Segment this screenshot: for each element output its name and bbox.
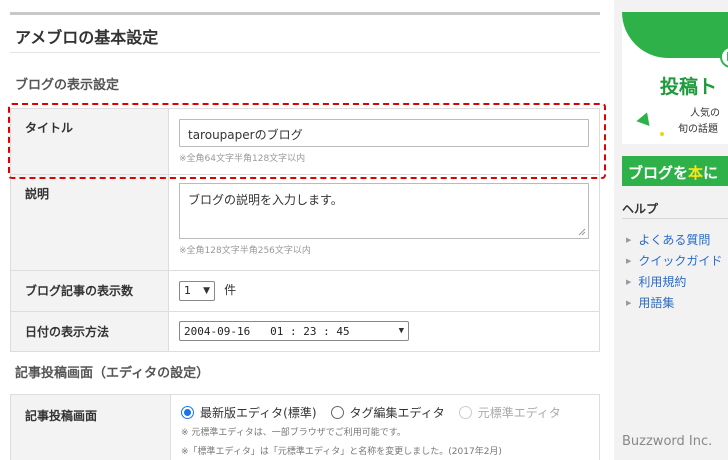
count-row: ブログ記事の表示数 1 ▼ 件	[10, 270, 600, 312]
help-item-terms[interactable]: ▶ 利用規約	[626, 271, 722, 292]
promo-banner-posting[interactable]: N 投稿ト 人気の 旬の話題	[622, 12, 728, 144]
editor-label: 記事投稿画面	[10, 394, 171, 460]
banner-headline: 投稿ト	[660, 76, 718, 98]
help-item-quickguide[interactable]: ▶ クイックガイド	[626, 250, 722, 271]
date-label: 日付の表示方法	[10, 310, 169, 352]
editor-radio-legacy-label: 元標準エディタ	[477, 406, 561, 420]
banner-green-shape	[622, 12, 728, 58]
resize-handle-icon[interactable]	[578, 228, 586, 236]
editor-row: 記事投稿画面 最新版エディタ(標準) タグ編集エディタ 元標準エディタ ※ 元標…	[10, 394, 600, 460]
dot-icon	[660, 132, 664, 136]
arrow-right-icon: ▶	[626, 277, 632, 286]
article-count-value: 1	[184, 284, 191, 297]
description-label: 説明	[10, 174, 169, 271]
page-title: アメブロの基本設定	[15, 28, 159, 47]
help-link-terms[interactable]: 利用規約	[638, 273, 686, 290]
banner2-text-after: に	[703, 164, 719, 182]
description-note: ※全角128文字半角256文字以内	[179, 246, 311, 256]
date-cell: 2004-09-16 01 : 23 : 45 ▼	[168, 310, 600, 352]
triangle-icon	[636, 109, 654, 127]
section-title-blog-display: ブログの表示設定	[15, 78, 120, 93]
help-list: ▶ よくある質問 ▶ クイックガイド ▶ 利用規約 ▶ 用語集	[626, 229, 722, 313]
help-divider	[622, 218, 728, 219]
count-label: ブログ記事の表示数	[10, 270, 169, 312]
right-sidebar: N 投稿ト 人気の 旬の話題 ブログを本に ヘルプ ▶ よくある質問 ▶ クイックガ…	[614, 0, 728, 460]
editor-cell: 最新版エディタ(標準) タグ編集エディタ 元標準エディタ ※ 元標準エディタは、…	[170, 394, 600, 460]
top-divider	[10, 12, 600, 15]
chevron-down-icon: ▼	[203, 285, 210, 296]
credit-watermark: Buzzword Inc.	[622, 434, 713, 449]
editor-note-2: ※「標準エディタ」は「元標準エディタ」と名称を変更しました。(2017年2月)	[181, 447, 502, 457]
editor-table: 記事投稿画面 最新版エディタ(標準) タグ編集エディタ 元標準エディタ ※ 元標…	[10, 394, 600, 460]
date-format-select[interactable]: 2004-09-16 01 : 23 : 45 ▼	[179, 321, 409, 341]
editor-radio-latest[interactable]	[181, 406, 194, 419]
title-cell: taroupaperのブログ ※全角64文字半角128文字以内	[168, 108, 600, 175]
section-title-editor: 記事投稿画面（エディタの設定）	[15, 366, 210, 381]
count-unit: 件	[224, 283, 237, 297]
date-format-value: 2004-09-16 01 : 23 : 45	[184, 324, 350, 338]
settings-main: アメブロの基本設定 ブログの表示設定 タイトル taroupaperのブログ ※…	[0, 0, 614, 460]
title-divider	[10, 52, 600, 53]
article-count-select[interactable]: 1 ▼	[179, 280, 215, 301]
blog-description-textarea[interactable]: ブログの説明を入力します。	[179, 183, 589, 239]
promo-banner-book[interactable]: ブログを本に	[622, 156, 728, 186]
arrow-right-icon: ▶	[626, 256, 632, 265]
title-label: タイトル	[10, 108, 169, 175]
arrow-right-icon: ▶	[626, 298, 632, 307]
editor-note-1: ※ 元標準エディタは、一部ブラウザでご利用可能です。	[181, 428, 406, 438]
help-link-quickguide[interactable]: クイックガイド	[638, 252, 722, 269]
help-link-faq[interactable]: よくある質問	[638, 231, 710, 248]
help-link-glossary[interactable]: 用語集	[638, 294, 674, 311]
help-item-faq[interactable]: ▶ よくある質問	[626, 229, 722, 250]
editor-radio-legacy	[458, 406, 472, 419]
editor-radio-tag[interactable]	[330, 406, 344, 419]
count-cell: 1 ▼ 件	[168, 270, 600, 312]
arrow-right-icon: ▶	[626, 235, 632, 244]
banner-subline-1: 人気の	[690, 108, 720, 119]
blog-title-input[interactable]: taroupaperのブログ	[179, 119, 589, 147]
description-text: ブログの説明を入力します。	[188, 193, 343, 207]
editor-radio-group: 最新版エディタ(標準) タグ編集エディタ 元標準エディタ	[181, 404, 589, 421]
description-row: 説明 ブログの説明を入力します。 ※全角128文字半角256文字以内	[10, 174, 600, 271]
editor-radio-latest-label[interactable]: 最新版エディタ(標準)	[200, 404, 317, 421]
title-note: ※全角64文字半角128文字以内	[179, 154, 306, 164]
editor-radio-tag-label[interactable]: タグ編集エディタ	[350, 404, 445, 421]
banner2-text-before: ブログを	[628, 164, 689, 182]
title-row: タイトル taroupaperのブログ ※全角64文字半角128文字以内	[10, 108, 600, 175]
blog-display-table: タイトル taroupaperのブログ ※全角64文字半角128文字以内 説明 …	[10, 108, 600, 352]
banner-subline-2: 旬の話題	[678, 124, 718, 135]
chevron-down-icon: ▼	[398, 326, 404, 336]
banner2-highlight: 本	[688, 164, 704, 182]
help-item-glossary[interactable]: ▶ 用語集	[626, 292, 722, 313]
date-row: 日付の表示方法 2004-09-16 01 : 23 : 45 ▼	[10, 310, 600, 352]
help-title: ヘルプ	[622, 202, 659, 216]
description-cell: ブログの説明を入力します。 ※全角128文字半角256文字以内	[168, 174, 600, 271]
